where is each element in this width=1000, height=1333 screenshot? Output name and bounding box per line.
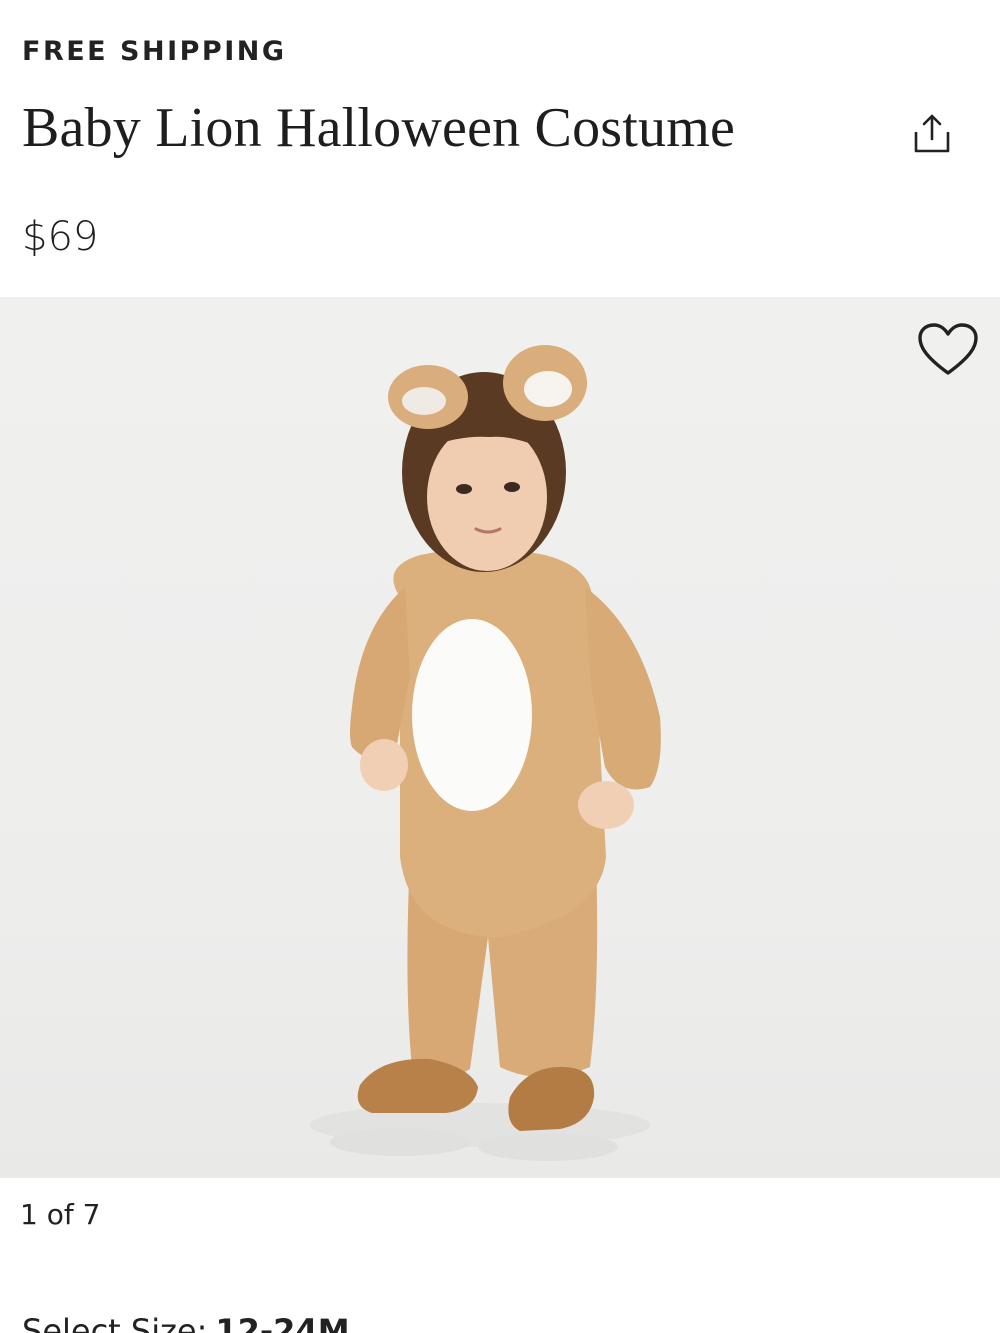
product-page: FREE SHIPPING Baby Lion Halloween Costum… [0, 0, 1000, 1333]
heart-icon [918, 323, 978, 375]
size-value: 12-24M [215, 1312, 350, 1333]
product-image-gallery[interactable] [0, 297, 1000, 1178]
image-counter: 1 of 7 [20, 1198, 101, 1231]
share-icon [914, 114, 950, 153]
free-shipping-banner: FREE SHIPPING [22, 36, 287, 67]
size-selector[interactable]: Select Size: 12-24M [22, 1312, 350, 1333]
favorite-button[interactable] [912, 317, 984, 381]
product-price: $69 [22, 214, 99, 260]
share-button[interactable] [906, 108, 958, 160]
product-title: Baby Lion Halloween Costume [22, 97, 736, 159]
product-image[interactable] [0, 297, 1000, 1178]
size-label: Select Size: [22, 1312, 208, 1333]
